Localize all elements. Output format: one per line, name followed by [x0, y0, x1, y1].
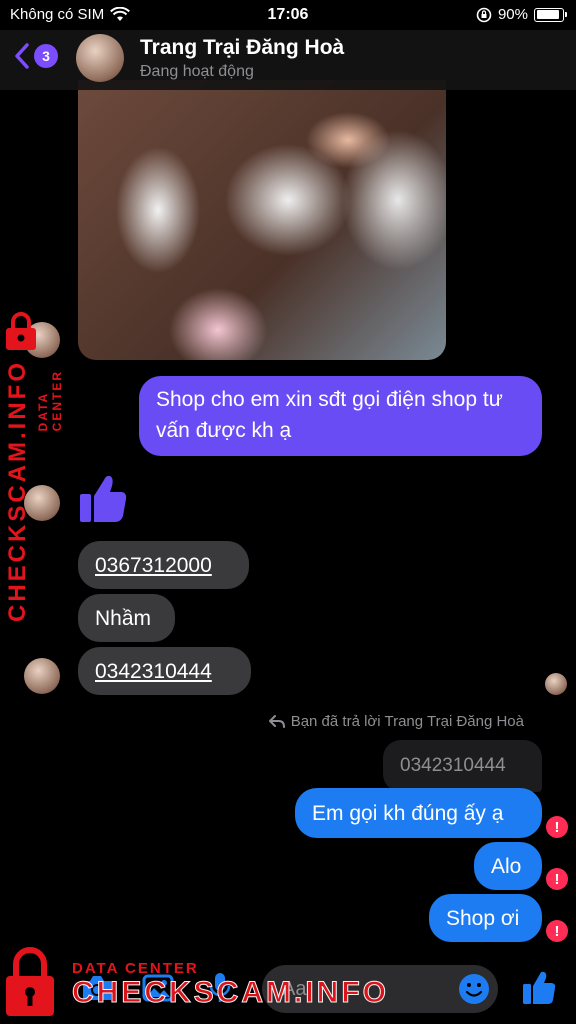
contact-name[interactable]: Trang Trại Đăng Hoà — [140, 36, 344, 60]
phone-number-link[interactable]: 0342310444 — [95, 656, 212, 687]
watermark-vertical-brand: CHECKSCAM.INFO — [4, 360, 31, 622]
shared-photo[interactable] — [78, 80, 446, 360]
error-icon[interactable]: ! — [546, 816, 568, 838]
message-text: Shop ơi — [446, 906, 520, 930]
avatar[interactable] — [76, 34, 124, 82]
reply-note-text: Bạn đã trả lời Trang Trại Đăng Hoà — [290, 713, 524, 730]
message-bubble[interactable]: Shop ơi — [429, 894, 542, 942]
phone-number-link[interactable]: 0367312000 — [95, 550, 212, 581]
message-bubble[interactable]: Em gọi kh đúng ấy ạ — [295, 788, 542, 838]
watermark-bottom: DATA CENTER CHECKSCAM.INFO — [72, 960, 389, 1009]
sender-avatar[interactable] — [24, 658, 60, 694]
back-chevron-icon — [15, 43, 29, 69]
lock-icon — [6, 947, 54, 1016]
error-icon[interactable]: ! — [546, 920, 568, 942]
message-text: Em gọi kh đúng ấy ạ — [312, 801, 504, 825]
reply-note: Bạn đã trả lời Trang Trại Đăng Hoà — [268, 713, 524, 730]
message-text: Alo — [491, 854, 522, 878]
reply-arrow-icon — [268, 714, 285, 728]
message-text: Nhầm — [95, 606, 152, 630]
seen-avatar — [545, 673, 567, 695]
watermark-vertical-label: DATA CENTER — [36, 370, 64, 432]
error-icon[interactable]: ! — [546, 868, 568, 890]
message-bubble[interactable]: 0367312000 — [78, 541, 249, 589]
contact-status: Đang hoạt động — [140, 63, 254, 80]
back-button[interactable]: 3 — [14, 42, 58, 70]
battery-percent: 90% — [497, 6, 528, 23]
quoted-message[interactable]: 0342310444 — [383, 740, 542, 792]
message-bubble[interactable]: Shop cho em xin sđt gọi điện shop tư vấn… — [139, 376, 542, 456]
emoji-icon[interactable] — [458, 973, 490, 1005]
chat-header: 3 Trang Trại Đăng Hoà Đang hoạt động — [0, 30, 576, 90]
rotation-lock-icon — [476, 7, 492, 22]
message-bubble[interactable]: Nhầm — [78, 594, 175, 642]
lock-icon — [6, 312, 36, 350]
quoted-text: 0342310444 — [400, 755, 506, 776]
thumbs-up-icon[interactable] — [522, 969, 556, 1005]
battery-icon — [534, 7, 567, 22]
watermark-brand: CHECKSCAM.INFO — [72, 976, 389, 1009]
thumbs-up-icon[interactable] — [78, 472, 128, 524]
unread-badge: 3 — [34, 44, 58, 68]
watermark-label: DATA CENTER — [72, 960, 199, 977]
message-text: Shop cho em xin sđt gọi điện shop tư vấn… — [156, 388, 503, 442]
message-bubble[interactable]: 0342310444 — [78, 647, 251, 695]
status-bar: Không có SIM 17:06 90% — [0, 0, 576, 30]
message-bubble[interactable]: Alo — [474, 842, 542, 890]
